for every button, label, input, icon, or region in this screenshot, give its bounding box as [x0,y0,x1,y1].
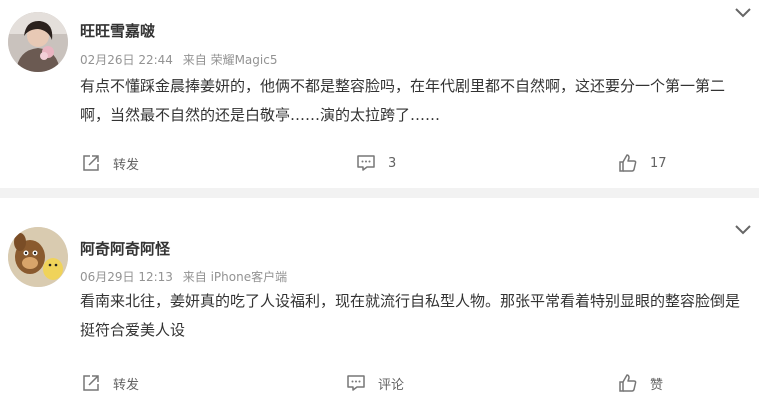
comment-text: 看南来北往，姜妍真的吃了人设福利，现在就流行自私型人物。那张平常看着特别显眼的整… [80,292,741,339]
username[interactable]: 旺旺雪嘉啵 [80,20,155,41]
forward-label: 转发 [113,157,140,173]
like-button[interactable]: 17 [618,151,667,175]
forward-label: 转发 [113,377,140,393]
source-device: 来自 荣耀Magic5 [182,53,278,67]
chevron-down-icon[interactable] [733,222,753,238]
like-label: 赞 [650,377,664,393]
comment-card: 阿奇阿奇阿怪 06月29日 12:13 来自 iPhone客户端 看南来北往，姜… [0,198,759,411]
timestamp: 02月26日 22:44 [80,53,173,67]
thumbs-up-icon [619,154,637,172]
like-button[interactable]: 赞 [618,371,663,395]
forward-icon [83,155,99,171]
comment-count: 3 [388,155,397,171]
comment-label: 评论 [378,377,405,393]
card-divider [0,188,759,198]
avatar[interactable] [8,227,68,287]
comment-card: 旺旺雪嘉啵 02月26日 22:44 来自 荣耀Magic5 有点不懂踩金晨捧姜… [0,0,759,188]
comment-icon [347,375,365,391]
thumbs-up-icon [619,374,637,392]
comment-feed: 旺旺雪嘉啵 02月26日 22:44 来自 荣耀Magic5 有点不懂踩金晨捧姜… [0,0,759,411]
chevron-down-icon[interactable] [733,5,753,21]
action-bar: 转发 3 17 [0,151,759,175]
timestamp: 06月29日 12:13 [80,270,173,284]
forward-icon [83,375,99,391]
action-bar: 转发 评论 赞 [0,371,759,395]
comment-text: 有点不懂踩金晨捧姜妍的，他俩不都是整容脸吗，在年代剧里都不自然啊，这还要分一个第… [80,77,726,124]
avatar[interactable] [8,12,68,72]
source-device: 来自 iPhone客户端 [182,270,288,284]
comment-icon [357,155,375,171]
comment-button[interactable]: 评论 [346,371,404,395]
forward-button[interactable]: 转发 [81,371,139,395]
comment-meta: 06月29日 12:13 来自 iPhone客户端 [80,268,287,285]
comment-button[interactable]: 3 [356,151,396,175]
comment-meta: 02月26日 22:44 来自 荣耀Magic5 [80,51,277,68]
forward-button[interactable]: 转发 [81,151,139,175]
like-count: 17 [650,155,667,171]
username[interactable]: 阿奇阿奇阿怪 [80,238,170,259]
